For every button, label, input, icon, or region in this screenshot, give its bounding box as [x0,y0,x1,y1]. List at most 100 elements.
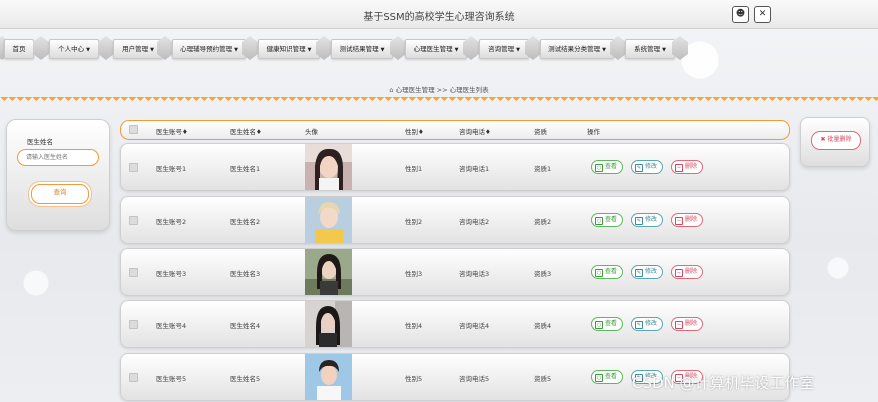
nav-item-doctors[interactable]: 心理医生管理 ▼ [405,39,467,59]
cell-gender: 性别3 [405,270,423,278]
cell-qualification: 资质3 [534,270,552,278]
view-icon: ○ [595,217,603,225]
batch-delete-button[interactable]: ✖ 批量删除 [811,131,861,150]
nav-item-home[interactable]: 首页 [4,39,34,59]
main-nav: 首页 个人中心 ▼ 用户管理 ▼ 心理辅导预约管理 ▼ 健康知识管理 ▼ 测试结果管理 ▼… [0,36,878,62]
nav-hex-divider [98,36,114,60]
nav-item-label: 测试结果分类管理 [548,45,601,53]
header-gender[interactable]: 性别♦ [405,126,424,136]
nav-item-test-results[interactable]: 测试结果管理 ▼ [331,39,393,59]
delete-label: 删除 [685,163,698,170]
delete-button[interactable]: − 删除 [671,160,704,174]
header-account[interactable]: 医生账号♦ [156,126,188,136]
delete-label: 删除 [685,216,698,223]
delete-icon: − [675,217,683,225]
edit-icon: ✎ [635,269,643,277]
csdn-watermark: CSDN @计算机毕设工作室 [632,374,815,392]
header-phone[interactable]: 咨询电话♦ [459,126,491,136]
row-checkbox[interactable] [129,373,138,382]
delete-button[interactable]: − 删除 [671,317,704,331]
view-button[interactable]: ○ 查看 [591,317,624,331]
edit-button[interactable]: ✎ 修改 [631,213,664,227]
cell-phone: 咨询电话4 [459,322,490,330]
nav-item-system[interactable]: 系统管理 ▼ [625,39,675,59]
batch-delete-label: 批量删除 [827,136,852,143]
cell-qualification: 资质4 [534,322,552,330]
view-button[interactable]: ○ 查看 [591,265,624,279]
caret-down-icon: ▼ [516,47,520,53]
edit-button[interactable]: ✎ 修改 [631,317,664,331]
row-checkbox[interactable] [129,163,138,172]
cell-phone: 咨询电话5 [459,375,490,383]
cell-name: 医生姓名3 [230,270,261,278]
edit-label: 修改 [645,216,658,223]
view-label: 查看 [605,216,618,223]
home-icon[interactable]: ⌂ [389,86,393,94]
header-qualification: 资质 [534,128,547,136]
caret-down-icon: ▼ [150,47,154,53]
nav-item-label: 系统管理 [634,45,661,53]
nav-item-consultation[interactable]: 咨询管理 ▼ [479,39,529,59]
caret-down-icon: ▼ [86,47,90,53]
close-icon[interactable]: ✕ [754,6,771,23]
view-icon: ○ [595,374,603,382]
view-icon: ○ [595,164,603,172]
nav-item-appointments[interactable]: 心理辅导预约管理 ▼ [172,39,246,59]
cell-account: 医生账号1 [156,165,187,173]
search-button[interactable]: 查询 [31,184,89,204]
sort-icon: ♦ [256,128,262,136]
nav-item-label: 用户管理 [122,45,149,53]
doctor-avatar [305,249,352,295]
edit-icon: ✎ [635,164,643,172]
nav-item-users[interactable]: 用户管理 ▼ [113,39,163,59]
delete-button[interactable]: − 删除 [671,265,704,279]
view-button[interactable]: ○ 查看 [591,370,624,384]
delete-button[interactable]: − 删除 [671,213,704,227]
nav-item-personal[interactable]: 个人中心 ▼ [49,39,99,59]
table-row: 医生账号3 医生姓名3 性别3 咨询电话3 资质3 ○ 查看 ✎ 修改 − 删除 [120,248,790,296]
nav-item-health-knowledge[interactable]: 健康知识管理 ▼ [258,39,320,59]
cell-gender: 性别2 [405,218,423,226]
doctor-name-input[interactable] [17,149,99,166]
search-label: 医生姓名 [27,138,53,146]
nav-item-label: 健康知识管理 [266,45,306,53]
user-icon[interactable]: ☻ [732,6,749,23]
delete-label: 删除 [685,320,698,327]
search-panel: 医生姓名 查询 [6,119,110,231]
nav-item-label: 首页 [12,45,26,53]
doctor-avatar [305,354,352,400]
header-label: 性别 [405,128,418,136]
cell-name: 医生姓名4 [230,322,261,330]
nav-item-result-categories[interactable]: 测试结果分类管理 ▼ [540,39,614,59]
view-label: 查看 [605,373,618,380]
view-button[interactable]: ○ 查看 [591,160,624,174]
header-actions: 操作 [587,128,600,136]
delete-icon: − [675,164,683,172]
edit-icon: ✎ [635,217,643,225]
view-label: 查看 [605,268,618,275]
caret-down-icon: ▼ [602,47,606,53]
sort-icon: ♦ [485,128,491,136]
caret-down-icon: ▼ [454,47,459,53]
nav-item-label: 心理医生管理 [413,45,453,53]
nav-item-label: 咨询管理 [488,45,515,53]
nav-item-label: 测试结果管理 [339,45,379,53]
breadcrumb-section[interactable]: 心理医生管理 [396,86,435,94]
sort-icon: ♦ [182,128,188,136]
header-name[interactable]: 医生姓名♦ [230,126,262,136]
view-button[interactable]: ○ 查看 [591,213,624,227]
view-icon: ○ [595,321,603,329]
view-icon: ○ [595,269,603,277]
select-all-checkbox[interactable] [129,125,138,134]
row-checkbox[interactable] [129,216,138,225]
edit-button[interactable]: ✎ 修改 [631,160,664,174]
decorative-divider [0,97,878,105]
header-label: 咨询电话 [459,128,485,136]
caret-down-icon: ▼ [380,47,385,53]
edit-button[interactable]: ✎ 修改 [631,265,664,279]
doctor-avatar [305,197,352,243]
header-label: 医生账号 [156,128,182,136]
cell-qualification: 资质5 [534,375,552,383]
row-checkbox[interactable] [129,320,138,329]
row-checkbox[interactable] [129,268,138,277]
